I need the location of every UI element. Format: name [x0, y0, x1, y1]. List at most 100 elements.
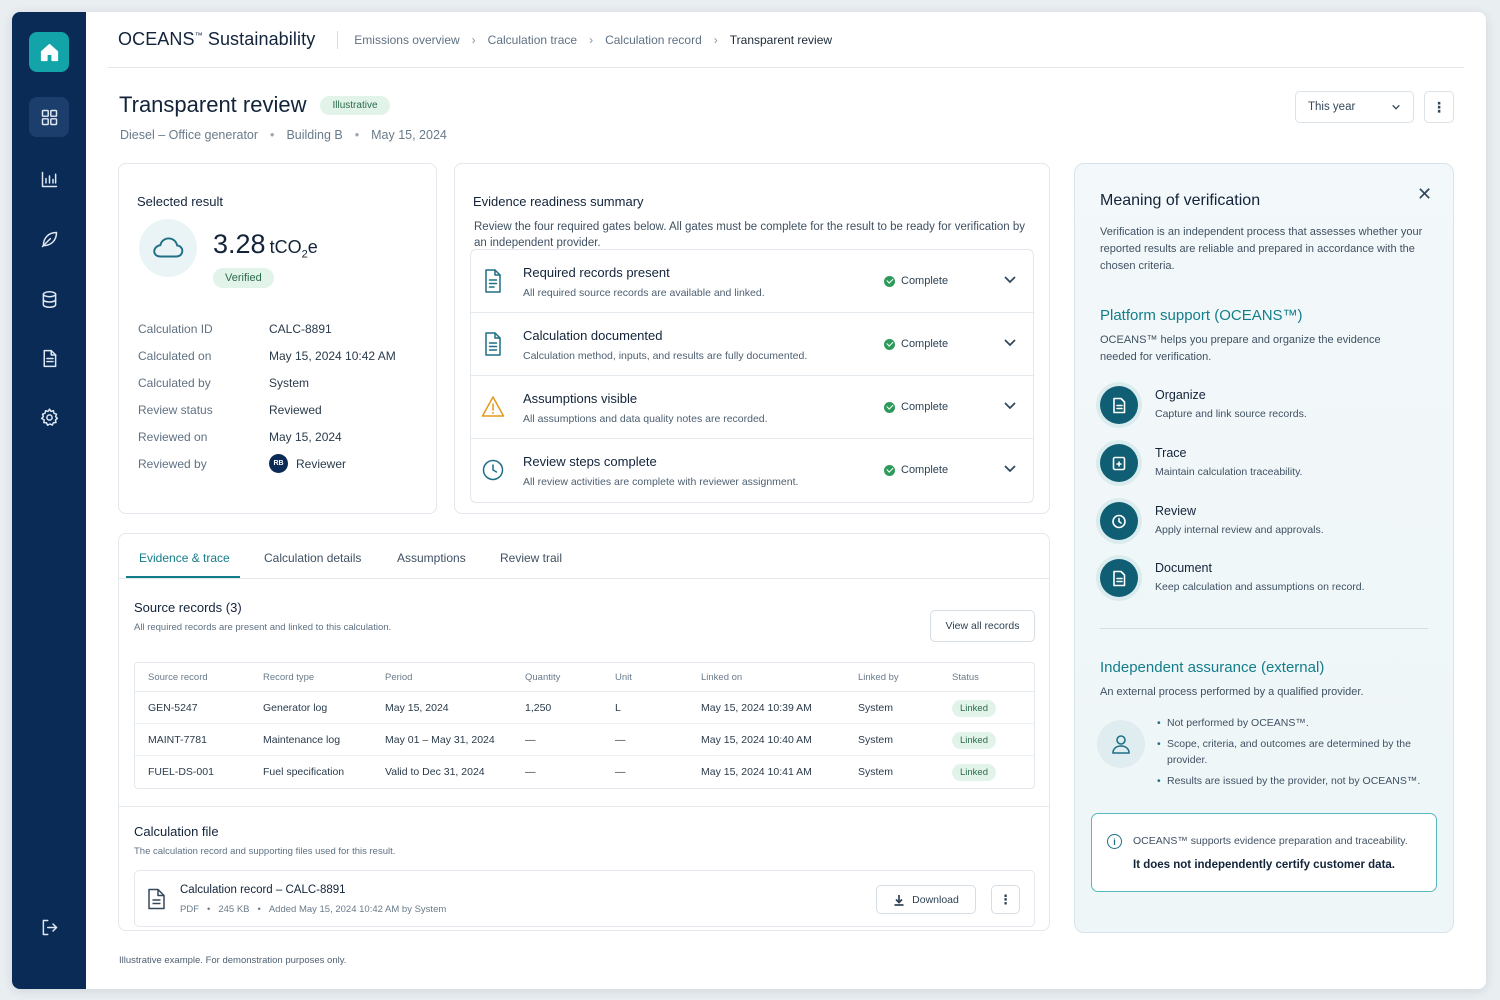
verified-badge: Verified	[213, 268, 274, 288]
panel-title: Meaning of verification	[1100, 192, 1261, 209]
sidebar-item-reports[interactable]	[29, 159, 69, 199]
tab-evidence-trace[interactable]: Evidence & trace	[139, 551, 230, 565]
meta-location: Building B	[286, 128, 343, 142]
cell-linked-on: May 15, 2024 10:40 AM	[688, 724, 845, 756]
chevron-down-icon	[1392, 104, 1400, 110]
brand-name: OCEANS	[118, 29, 195, 49]
brand-logo[interactable]: OCEANS™ Sustainability	[118, 29, 315, 50]
gate-description: All assumptions and data quality notes a…	[523, 413, 768, 425]
column-header[interactable]: Linked by	[845, 663, 939, 692]
avatar: RB	[269, 454, 288, 473]
evidence-readiness-card: Evidence readiness summary Review the fo…	[454, 163, 1050, 514]
column-header[interactable]: Quantity	[512, 663, 602, 692]
file-item: Calculation record – CALC-8891 PDF • 245…	[134, 870, 1035, 927]
file-name[interactable]: Calculation record – CALC-8891	[180, 884, 346, 896]
gate-required-records[interactable]: Required records present All required so…	[471, 250, 1033, 313]
file-icon	[147, 888, 166, 915]
gate-list: Required records present All required so…	[470, 249, 1034, 503]
field-value: CALC-8891	[269, 322, 332, 336]
tab-calculation-details[interactable]: Calculation details	[264, 551, 361, 565]
chevron-down-icon[interactable]	[1003, 398, 1017, 412]
table-row[interactable]: GEN-5247 Generator log May 15, 2024 1,25…	[135, 692, 1034, 724]
database-icon	[42, 290, 56, 308]
file-size: 245 KB	[218, 904, 250, 915]
kebab-icon: ⋮	[999, 891, 1012, 907]
cloud-icon	[139, 219, 197, 277]
column-header[interactable]: Record type	[250, 663, 372, 692]
table-row[interactable]: MAINT-7781 Maintenance log May 01 – May …	[135, 724, 1034, 756]
period-select[interactable]: This year	[1295, 91, 1414, 123]
unit-base: tCO	[269, 237, 302, 257]
column-header[interactable]: Period	[372, 663, 512, 692]
gate-review-steps[interactable]: Review steps complete All review activit…	[471, 439, 1033, 502]
field-value: System	[269, 376, 310, 390]
notice-line-1: OCEANS™ supports evidence preparation an…	[1133, 835, 1408, 847]
gate-calculation-documented[interactable]: Calculation documented Calculation metho…	[471, 313, 1033, 376]
footnote: Illustrative example. For demonstration …	[119, 955, 347, 966]
download-label: Download	[912, 893, 959, 906]
chevron-down-icon[interactable]	[1003, 335, 1017, 349]
more-options-button[interactable]: ⋮	[1424, 91, 1454, 123]
calculation-file-subtitle: The calculation record and supporting fi…	[134, 846, 396, 857]
step-description: Maintain calculation traceability.	[1155, 466, 1303, 478]
brand-trademark: ™	[194, 31, 203, 40]
cell-record-type: Generator log	[250, 692, 372, 724]
field-value: May 15, 2024	[269, 430, 342, 444]
step-description: Capture and link source records.	[1155, 408, 1307, 420]
step-name: Organize	[1155, 388, 1206, 402]
chevron-right-icon: ›	[713, 32, 718, 47]
meta-separator: •	[257, 904, 261, 915]
cell-period: Valid to Dec 31, 2024	[385, 766, 485, 778]
gate-title: Calculation documented	[523, 328, 663, 343]
gear-icon	[40, 407, 58, 426]
cell-record-type: Maintenance log	[250, 724, 372, 756]
sidebar-item-dashboard[interactable]	[29, 97, 69, 137]
tab-assumptions[interactable]: Assumptions	[397, 551, 466, 565]
warning-icon	[481, 394, 505, 420]
home-button[interactable]	[29, 32, 69, 72]
step-trace: Trace Maintain calculation traceability.	[1100, 444, 1420, 484]
page-meta: Diesel – Office generator • Building B •…	[120, 128, 447, 142]
close-icon[interactable]: ✕	[1417, 184, 1432, 205]
table-row[interactable]: FUEL-DS-001 Fuel specification Valid to …	[135, 756, 1034, 788]
gate-status: Complete	[884, 464, 948, 476]
cell-source-record: MAINT-7781	[135, 724, 250, 756]
chevron-down-icon[interactable]	[1003, 272, 1017, 286]
gate-assumptions-visible[interactable]: Assumptions visible All assumptions and …	[471, 376, 1033, 439]
breadcrumb-calculation-record[interactable]: Calculation record	[605, 33, 702, 47]
top-header: OCEANS™ Sustainability Emissions overvie…	[108, 12, 1464, 68]
field-label: Reviewed by	[138, 457, 207, 471]
cell-unit: —	[615, 766, 626, 778]
unit-tail: e	[307, 237, 318, 257]
chevron-down-icon[interactable]	[1003, 461, 1017, 475]
sidebar	[12, 12, 86, 989]
field-label: Review status	[138, 403, 213, 417]
gate-status: Complete	[884, 275, 948, 287]
cell-quantity: —	[525, 766, 536, 778]
column-header[interactable]: Unit	[602, 663, 688, 692]
panel-body: Verification is an independent process t…	[1100, 226, 1423, 272]
logout-button[interactable]	[29, 907, 69, 947]
sidebar-item-data[interactable]	[29, 279, 69, 319]
gate-title: Review steps complete	[523, 454, 657, 469]
tab-review-trail[interactable]: Review trail	[500, 551, 562, 565]
cell-source-record: FUEL-DS-001	[148, 766, 214, 778]
column-header[interactable]: Status	[939, 663, 1034, 692]
view-all-records-button[interactable]: View all records	[930, 610, 1035, 642]
title-row: Transparent review Illustrative	[119, 92, 390, 118]
breadcrumb-calculation-trace[interactable]: Calculation trace	[488, 33, 577, 47]
person-icon	[1097, 720, 1145, 768]
brand-suffix: Sustainability	[202, 29, 316, 49]
field-label: Calculated by	[138, 376, 211, 390]
file-options-button[interactable]: ⋮	[991, 885, 1020, 914]
sidebar-item-documents[interactable]	[29, 338, 69, 378]
verification-panel: Meaning of verification ✕ Verification i…	[1074, 163, 1454, 933]
sidebar-item-sustainability[interactable]	[29, 219, 69, 259]
check-circle-icon	[884, 275, 895, 287]
sidebar-item-settings[interactable]	[29, 397, 69, 437]
breadcrumb-emissions-overview[interactable]: Emissions overview	[354, 33, 459, 47]
column-header[interactable]: Linked on	[688, 663, 845, 692]
gate-status-label: Complete	[901, 275, 949, 287]
column-header[interactable]: Source record	[135, 663, 250, 692]
download-button[interactable]: Download	[876, 885, 976, 914]
